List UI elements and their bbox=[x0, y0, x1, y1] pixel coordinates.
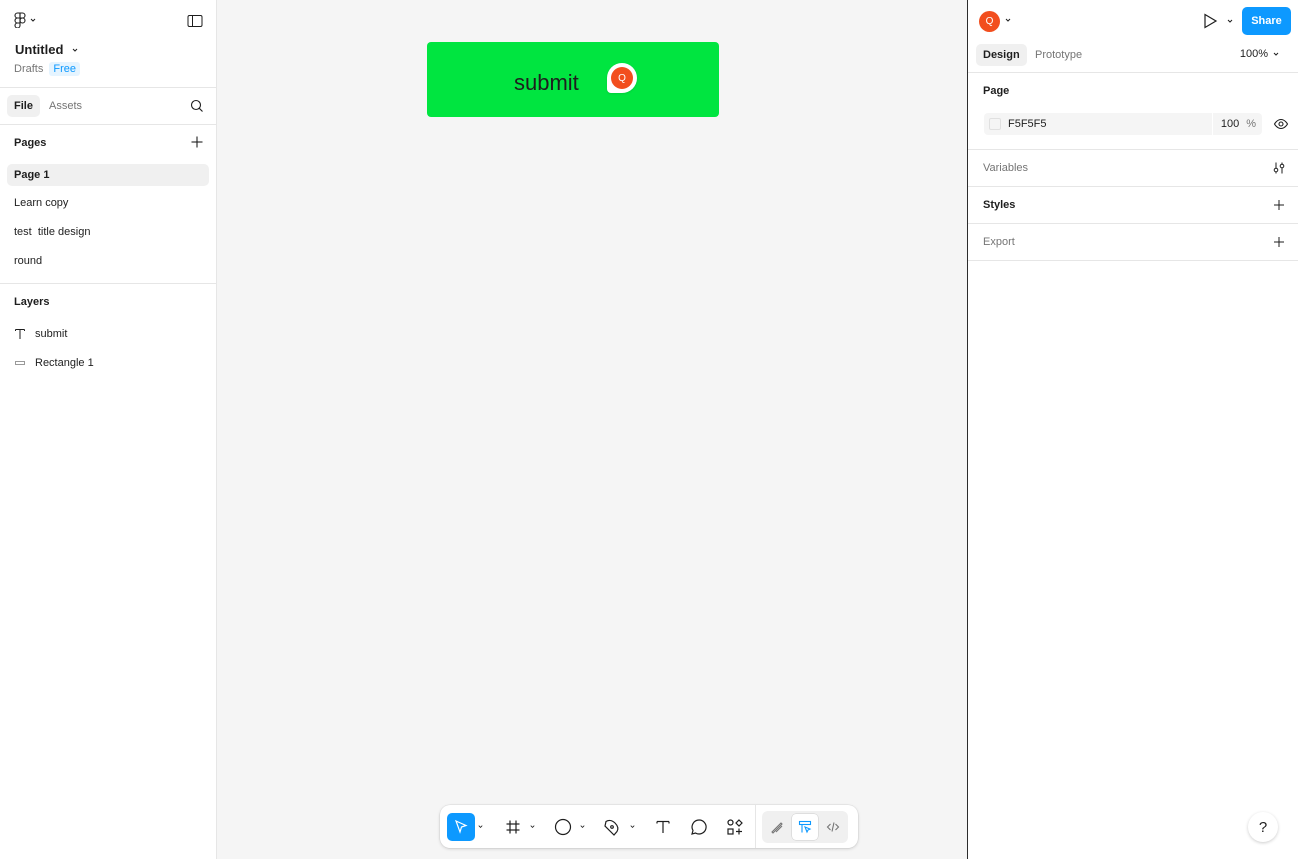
frame-tool-menu-icon[interactable] bbox=[527, 813, 537, 841]
help-button[interactable]: ? bbox=[1248, 812, 1278, 842]
tab-assets[interactable]: Assets bbox=[42, 95, 89, 117]
background-opacity-input[interactable]: 100 % bbox=[1212, 113, 1262, 135]
chevron-down-icon bbox=[73, 48, 78, 52]
background-swatch[interactable] bbox=[989, 118, 1001, 130]
pages-section: Pages Page 1 Learn copy test title desig… bbox=[0, 125, 216, 284]
tab-design[interactable]: Design bbox=[976, 44, 1027, 66]
actions-icon[interactable] bbox=[721, 813, 749, 841]
file-location: Drafts Free bbox=[14, 62, 80, 76]
variables-title[interactable]: Variables bbox=[983, 162, 1028, 174]
variables-settings-icon[interactable] bbox=[1272, 161, 1286, 175]
styles-section: Styles bbox=[968, 187, 1298, 224]
file-location-label[interactable]: Drafts bbox=[14, 63, 43, 75]
left-panel: Untitled Drafts Free File Assets Pages P… bbox=[0, 0, 217, 859]
comment-icon[interactable] bbox=[685, 813, 713, 841]
shape-tool-menu-icon[interactable] bbox=[577, 813, 587, 841]
page-section-title: Page bbox=[983, 85, 1010, 97]
frame-tool[interactable] bbox=[499, 812, 527, 842]
file-title: Untitled bbox=[15, 42, 64, 57]
background-opacity-value: 100 bbox=[1220, 118, 1240, 130]
canvas[interactable]: submit Q bbox=[217, 0, 967, 859]
background-hex: F5F5F5 bbox=[1008, 118, 1047, 130]
add-style-icon[interactable] bbox=[1272, 198, 1286, 212]
right-panel: Q Share Design Prototype 100% Page F5F5F… bbox=[967, 0, 1298, 859]
chevron-down-icon bbox=[30, 18, 36, 22]
chevron-down-icon[interactable] bbox=[1226, 17, 1234, 25]
plan-badge[interactable]: Free bbox=[49, 62, 80, 76]
page-background-row: F5F5F5 100 % bbox=[984, 113, 1262, 135]
page-item-test-title-design[interactable]: test title design bbox=[7, 221, 209, 243]
text-tool[interactable] bbox=[649, 812, 677, 842]
comment-tool[interactable] bbox=[685, 812, 713, 842]
chevron-down-icon[interactable] bbox=[1004, 16, 1012, 24]
move-tool-menu-icon[interactable] bbox=[475, 813, 485, 841]
tab-file[interactable]: File bbox=[7, 95, 40, 117]
rectangle-icon bbox=[14, 357, 26, 369]
layers-header: Layers bbox=[14, 296, 50, 308]
ellipse-icon[interactable] bbox=[549, 813, 577, 841]
collaborator-cursor: Q bbox=[607, 63, 637, 93]
pen-tool-menu-icon[interactable] bbox=[627, 813, 637, 841]
pen-icon[interactable] bbox=[599, 813, 627, 841]
toolbar-divider bbox=[755, 805, 756, 848]
text-icon bbox=[14, 328, 26, 340]
collaborator-avatar: Q bbox=[611, 67, 633, 89]
styles-title: Styles bbox=[983, 199, 1016, 211]
pages-header: Pages bbox=[14, 137, 47, 149]
pen-tool[interactable] bbox=[599, 812, 627, 842]
page-item-page-1[interactable]: Page 1 bbox=[7, 164, 209, 186]
layer-label: Rectangle 1 bbox=[35, 357, 94, 369]
chevron-down-icon bbox=[1273, 52, 1279, 56]
zoom-control[interactable]: 100% bbox=[1240, 48, 1280, 60]
user-avatar[interactable]: Q bbox=[979, 11, 1000, 32]
variables-section: Variables bbox=[968, 150, 1298, 187]
move-tool[interactable] bbox=[447, 812, 475, 842]
search-icon[interactable] bbox=[190, 99, 204, 113]
tab-prototype[interactable]: Prototype bbox=[1028, 44, 1089, 66]
export-title: Export bbox=[983, 236, 1015, 248]
share-button[interactable]: Share bbox=[1242, 7, 1291, 35]
figma-logo-icon bbox=[14, 12, 26, 28]
bottom-toolbar bbox=[440, 805, 858, 848]
layer-label: submit bbox=[35, 328, 68, 340]
dev-mode-icon[interactable] bbox=[820, 814, 846, 840]
text-icon[interactable] bbox=[649, 813, 677, 841]
draw-mode-icon[interactable] bbox=[764, 814, 790, 840]
add-export-icon[interactable] bbox=[1272, 235, 1286, 249]
present-icon[interactable] bbox=[1201, 12, 1219, 30]
shape-tool[interactable] bbox=[549, 812, 577, 842]
main-menu-button[interactable] bbox=[14, 12, 37, 28]
page-item-round[interactable]: round bbox=[7, 250, 209, 272]
left-tabs: File Assets bbox=[0, 88, 216, 125]
page-item-learn-copy[interactable]: Learn copy bbox=[7, 192, 209, 214]
opacity-unit: % bbox=[1246, 118, 1256, 130]
design-mode-icon[interactable] bbox=[792, 813, 818, 840]
file-header: Untitled Drafts Free bbox=[0, 0, 216, 88]
file-title-button[interactable]: Untitled bbox=[15, 42, 79, 57]
export-section: Export bbox=[968, 224, 1298, 261]
add-page-icon[interactable] bbox=[190, 135, 204, 149]
layer-item-rectangle-1[interactable]: Rectangle 1 bbox=[14, 352, 94, 374]
sidebar-toggle-icon[interactable] bbox=[187, 14, 203, 28]
submit-text-layer[interactable]: submit bbox=[514, 70, 579, 96]
eye-icon[interactable] bbox=[1273, 116, 1289, 132]
background-color-input[interactable]: F5F5F5 bbox=[984, 113, 1212, 135]
frame-icon[interactable] bbox=[499, 813, 527, 841]
zoom-value: 100% bbox=[1239, 48, 1268, 60]
mode-switcher bbox=[762, 810, 848, 843]
layer-item-submit[interactable]: submit bbox=[14, 323, 67, 345]
right-header: Q Share Design Prototype 100% bbox=[968, 0, 1298, 73]
page-section: Page bbox=[968, 73, 1298, 150]
actions-tool[interactable] bbox=[721, 812, 749, 842]
move-icon[interactable] bbox=[447, 812, 475, 841]
